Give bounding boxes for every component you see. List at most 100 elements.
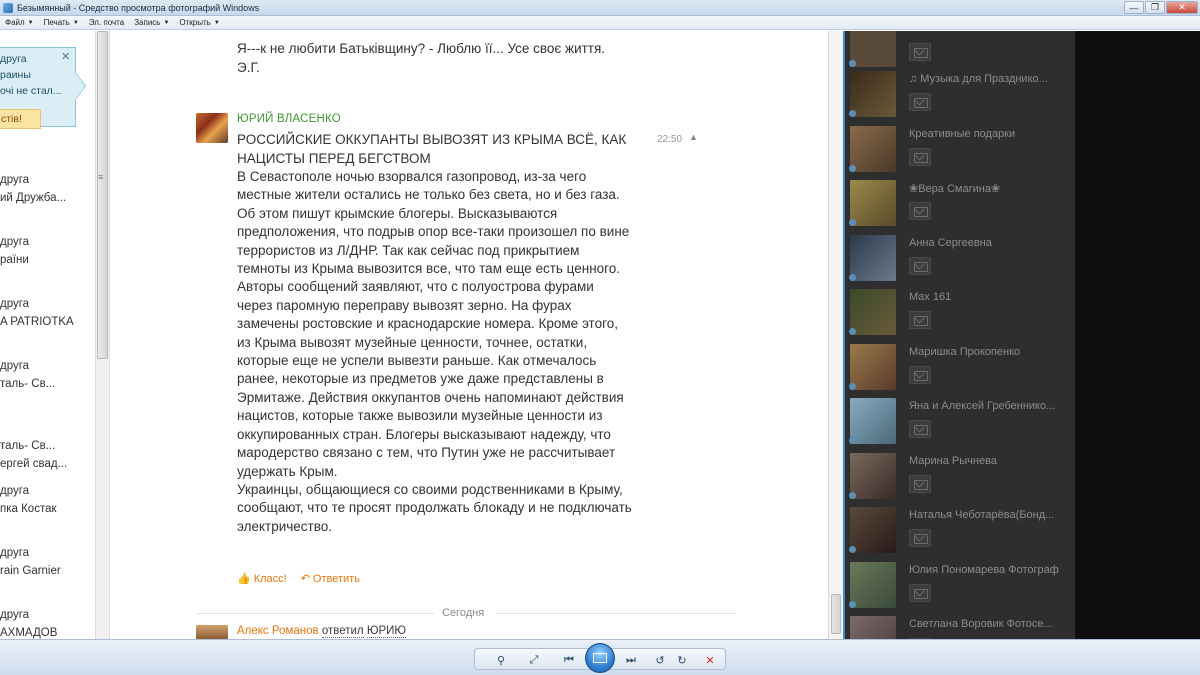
contact-name: Max 161 <box>909 291 952 303</box>
list-item[interactable]: Креативные подарки <box>845 122 1075 176</box>
post-paragraph: Украинцы, общающиеся со своими родственн… <box>237 481 632 534</box>
maximize-button[interactable]: ❐ <box>1145 1 1165 14</box>
envelope-icon[interactable] <box>909 420 931 438</box>
friend-suggestion[interactable]: друга пка Костак <box>0 482 57 518</box>
window-title: Безымянный - Средство просмотра фотограф… <box>17 2 260 13</box>
reply-author[interactable]: Алекс Романов <box>237 625 319 637</box>
avatar[interactable] <box>196 113 228 143</box>
friend-suggestion[interactable]: друга rain Garnier <box>0 544 61 580</box>
fit-to-window-icon[interactable]: ⤢ <box>525 651 543 669</box>
envelope-icon[interactable] <box>909 257 931 275</box>
friend-suggestion[interactable]: таль- Св... ергей свад... <box>0 437 67 473</box>
friend-line2: ий Дружба... <box>0 192 67 204</box>
menu-email[interactable]: Эл. почта <box>84 16 129 30</box>
online-status-dot <box>849 219 856 226</box>
list-item[interactable]: Юлия Пономарева Фотограф <box>845 558 1075 612</box>
menu-bar: Файл ▼ Печать ▼ Эл. почта Запись ▼ Открыть ▼ <box>0 16 1200 30</box>
list-item[interactable]: Марина Рычнева <box>845 449 1075 503</box>
reply-action: ответил <box>321 625 364 638</box>
envelope-icon[interactable] <box>909 311 931 329</box>
content-scrollbar[interactable] <box>828 31 843 639</box>
avatar <box>850 616 896 639</box>
chevron-down-icon: ▼ <box>213 19 220 26</box>
close-button[interactable]: ✕ <box>1166 1 1198 14</box>
friend-suggestion[interactable]: друга таль- Св... <box>0 357 55 393</box>
slideshow-button[interactable] <box>585 643 615 673</box>
menu-burn-label: Запись <box>134 18 161 27</box>
zoom-icon[interactable]: ⚲ <box>489 651 513 669</box>
avatar <box>850 235 896 281</box>
friend-suggestion[interactable]: друга АХМАДОВ <box>0 606 57 639</box>
friend-line1: друга <box>0 547 30 559</box>
envelope-icon[interactable] <box>909 43 931 61</box>
menu-open[interactable]: Открыть ▼ <box>174 16 224 30</box>
online-status-dot <box>849 110 856 117</box>
friend-suggestion[interactable]: друга раїни <box>0 233 29 269</box>
minimize-button[interactable]: — <box>1124 1 1144 14</box>
like-button[interactable]: 👍 Класс! <box>237 572 287 585</box>
online-status-dot <box>849 546 856 553</box>
friend-line1: таль- Св... <box>0 440 56 452</box>
avatar <box>850 562 896 608</box>
window-controls: — ❐ ✕ <box>1124 1 1198 14</box>
list-item[interactable]: ♫ Музыка для Празднико... <box>845 67 1075 121</box>
envelope-icon[interactable] <box>909 529 931 547</box>
online-status-dot <box>849 437 856 444</box>
menu-burn[interactable]: Запись ▼ <box>129 16 174 30</box>
friend-line1: друга <box>0 360 30 372</box>
envelope-icon[interactable] <box>909 93 931 111</box>
list-item[interactable]: Маришка Прокопенко <box>845 340 1075 394</box>
delete-icon[interactable]: ✕ <box>701 651 719 669</box>
scrollbar-thumb[interactable] <box>831 594 841 634</box>
caret-up-icon[interactable]: ▲ <box>689 132 698 142</box>
list-item[interactable]: Анна Сергеевна <box>845 231 1075 285</box>
reply-button[interactable]: ↶ Ответить <box>301 572 360 585</box>
envelope-icon[interactable] <box>909 475 931 493</box>
list-item[interactable]: ❀Вера Смагина❀ <box>845 176 1075 230</box>
list-item[interactable] <box>845 31 1075 71</box>
post-author[interactable]: ЮРИЙ ВЛАСЕНКО <box>237 113 341 125</box>
left-scrollbar[interactable]: ≡ <box>95 31 110 639</box>
reply-label: Ответить <box>312 573 360 585</box>
avatar[interactable] <box>196 625 228 639</box>
previous-post-text: Я---к не любити Батьківщину? - Люблю її.… <box>237 31 605 77</box>
previous-post-line: Э.Г. <box>237 59 260 75</box>
previous-icon[interactable]: ⏮ <box>557 651 581 669</box>
avatar <box>850 126 896 172</box>
friend-suggestion[interactable]: друга ий Дружба... <box>0 171 66 207</box>
post-paragraph: В Севастополе ночью взорвался газопровод… <box>237 169 620 203</box>
contact-name: Маришка Прокопенко <box>909 346 1021 358</box>
envelope-icon[interactable] <box>909 584 931 602</box>
close-icon[interactable]: ✕ <box>61 50 70 63</box>
envelope-icon[interactable] <box>909 148 931 166</box>
rotate-counterclockwise-icon[interactable]: ↺ <box>651 651 669 669</box>
menu-file[interactable]: Файл ▼ <box>0 16 39 30</box>
avatar <box>850 289 896 335</box>
friend-line1: друга <box>0 236 30 248</box>
rotate-clockwise-icon[interactable]: ↻ <box>673 651 691 669</box>
callout-line: раины <box>0 69 31 81</box>
list-item[interactable]: Наталья Чеботарёва(Бонд... <box>845 503 1075 557</box>
avatar <box>850 71 896 117</box>
post-actions: 👍 Класс! ↶ Ответить <box>237 572 360 585</box>
avatar <box>850 398 896 444</box>
envelope-icon[interactable] <box>909 366 931 384</box>
photo-viewer-icon <box>3 2 13 13</box>
reply-target[interactable]: ЮРИЮ <box>366 625 406 638</box>
title-bar: Безымянный - Средство просмотра фотограф… <box>0 0 1200 16</box>
envelope-icon[interactable] <box>909 202 931 220</box>
list-item[interactable]: Max 161 <box>845 285 1075 339</box>
orange-action-button[interactable]: стів! <box>0 109 41 129</box>
friend-line1: друга <box>0 485 30 497</box>
menu-print[interactable]: Печать ▼ <box>39 16 84 30</box>
scrollbar-thumb[interactable] <box>97 31 108 359</box>
chevron-down-icon: ▼ <box>27 19 34 26</box>
post-time: 22:50 <box>657 134 683 145</box>
callout-arrow-inner <box>75 72 85 100</box>
friend-suggestion[interactable]: друга A PATRIOTKA <box>0 295 74 331</box>
next-icon[interactable]: ⏭ <box>619 651 643 669</box>
list-item[interactable]: Яна и Алексей Гребеннико... <box>845 394 1075 448</box>
online-status-dot <box>849 328 856 335</box>
avatar <box>850 180 896 226</box>
list-item[interactable]: Светлана Воровик Фотосе... <box>845 612 1075 639</box>
